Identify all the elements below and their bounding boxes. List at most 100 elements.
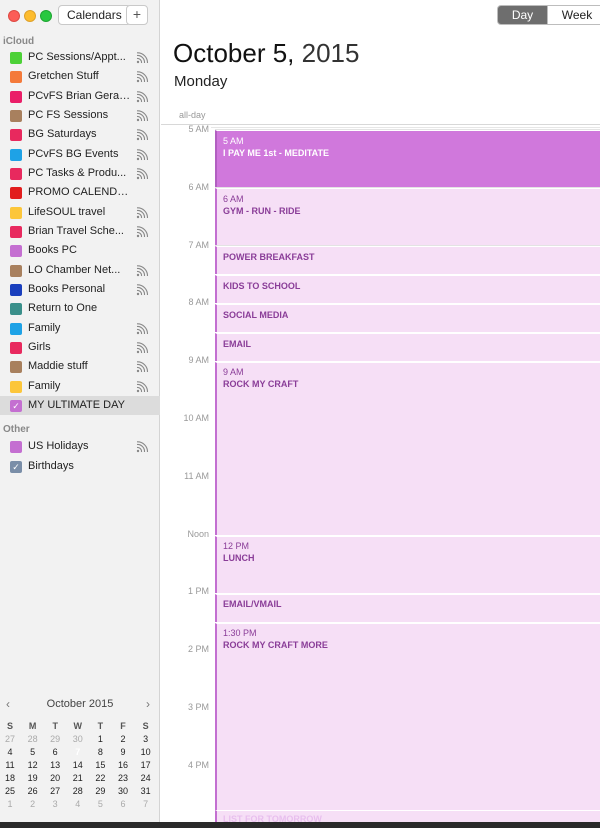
mini-day-cell[interactable]: 7 xyxy=(136,798,156,811)
mini-next-month-button[interactable]: › xyxy=(146,697,150,711)
mini-day-cell[interactable]: 3 xyxy=(45,798,65,811)
mini-day-cell[interactable]: 12 xyxy=(23,759,43,772)
mini-day-cell[interactable]: 2 xyxy=(113,733,133,746)
calendar-event[interactable]: 5 AM I PAY ME 1st - MEDITATE xyxy=(215,130,600,187)
calendar-color-checkbox[interactable] xyxy=(10,322,22,335)
calendar-color-checkbox[interactable] xyxy=(10,206,22,219)
calendar-item[interactable]: Family xyxy=(0,377,160,396)
mini-day-cell[interactable]: 6 xyxy=(45,746,65,759)
calendar-item[interactable]: BG Saturdays xyxy=(0,125,160,144)
calendar-item[interactable]: Girls xyxy=(0,338,160,357)
mini-day-cell[interactable]: 27 xyxy=(45,785,65,798)
calendar-item[interactable]: LifeSOUL travel xyxy=(0,203,160,222)
calendar-color-checkbox[interactable] xyxy=(10,109,22,122)
mini-day-cell[interactable]: 16 xyxy=(113,759,133,772)
calendar-event[interactable]: SOCIAL MEDIA xyxy=(215,304,600,332)
mini-day-cell[interactable]: 25 xyxy=(0,785,20,798)
mini-day-cell[interactable]: 28 xyxy=(23,733,43,746)
close-window-button[interactable] xyxy=(8,10,20,22)
view-week-button[interactable]: Week xyxy=(547,5,600,25)
calendar-color-checkbox[interactable] xyxy=(10,167,22,180)
mini-day-cell[interactable]: 30 xyxy=(113,785,133,798)
calendar-color-checkbox[interactable] xyxy=(10,90,22,103)
calendar-event[interactable]: EMAIL/VMAIL xyxy=(215,594,600,622)
mini-day-cell[interactable]: 4 xyxy=(0,746,20,759)
calendar-color-checkbox[interactable] xyxy=(10,52,22,64)
mini-day-cell[interactable]: 23 xyxy=(113,772,133,785)
calendar-color-checkbox[interactable] xyxy=(10,225,22,238)
calendar-event[interactable]: 9 AM ROCK MY CRAFT xyxy=(215,362,600,535)
mini-day-cell[interactable]: 1 xyxy=(90,733,110,746)
mini-day-cell[interactable]: 9 xyxy=(113,746,133,759)
calendar-item[interactable]: PROMO CALENDAR xyxy=(0,183,160,202)
calendar-item[interactable]: US Holidays xyxy=(0,437,160,456)
view-day-button[interactable]: Day xyxy=(497,5,548,25)
calendar-event[interactable]: EMAIL xyxy=(215,333,600,361)
mini-day-cell[interactable]: 24 xyxy=(136,772,156,785)
calendar-color-checkbox[interactable] xyxy=(10,148,22,161)
mini-day-cell[interactable]: 13 xyxy=(45,759,65,772)
mini-day-cell[interactable]: 19 xyxy=(23,772,43,785)
zoom-window-button[interactable] xyxy=(40,10,52,22)
calendar-color-checkbox[interactable] xyxy=(10,303,22,316)
calendar-item[interactable]: PC FS Sessions xyxy=(0,106,160,125)
calendar-item[interactable]: Brian Travel Sche... xyxy=(0,222,160,241)
mini-day-cell[interactable]: 21 xyxy=(68,772,88,785)
calendar-event[interactable]: POWER BREAKFAST xyxy=(215,246,600,274)
mini-day-cell[interactable]: 28 xyxy=(68,785,88,798)
calendar-color-checkbox[interactable] xyxy=(10,380,22,393)
calendar-item[interactable]: Return to One xyxy=(0,299,160,318)
mini-day-cell[interactable]: 3 xyxy=(136,733,156,746)
calendar-color-checkbox[interactable] xyxy=(10,245,22,258)
mini-day-cell[interactable]: 29 xyxy=(90,785,110,798)
calendar-color-checkbox[interactable] xyxy=(10,129,22,142)
calendar-color-checkbox[interactable] xyxy=(10,283,22,296)
calendar-item[interactable]: PC Tasks & Produ... xyxy=(0,164,160,183)
calendar-item[interactable]: ✓ Birthdays xyxy=(0,457,160,476)
calendar-event[interactable]: 12 PM LUNCH xyxy=(215,536,600,593)
mini-day-cell[interactable]: 26 xyxy=(23,785,43,798)
calendar-event[interactable]: 6 AM GYM - RUN - RIDE xyxy=(215,188,600,245)
mini-day-cell[interactable]: 4 xyxy=(68,798,88,811)
calendar-item[interactable]: LO Chamber Net... xyxy=(0,261,160,280)
mini-day-cell[interactable]: 17 xyxy=(136,759,156,772)
mini-day-cell[interactable]: 15 xyxy=(90,759,110,772)
calendar-item[interactable]: Books PC xyxy=(0,241,160,260)
mini-day-cell[interactable]: 8 xyxy=(90,746,110,759)
mini-day-cell[interactable]: 20 xyxy=(45,772,65,785)
calendar-color-checkbox[interactable] xyxy=(10,361,22,374)
calendars-button[interactable]: Calendars xyxy=(58,5,131,25)
calendar-color-checkbox[interactable] xyxy=(10,187,22,200)
mini-day-cell[interactable]: 14 xyxy=(68,759,88,772)
calendar-item[interactable]: Books Personal xyxy=(0,280,160,299)
calendar-item[interactable]: PC Sessions/Appt... xyxy=(0,48,160,67)
mini-day-cell[interactable]: 11 xyxy=(0,759,20,772)
calendar-color-checkbox[interactable] xyxy=(10,264,22,277)
minimize-window-button[interactable] xyxy=(24,10,36,22)
mini-day-cell[interactable]: 22 xyxy=(90,772,110,785)
checkbox-icon[interactable]: ✓ xyxy=(10,460,22,473)
mini-day-cell[interactable]: 31 xyxy=(136,785,156,798)
calendar-color-checkbox[interactable] xyxy=(10,441,22,453)
mini-day-cell[interactable]: 30 xyxy=(68,733,88,746)
calendar-item[interactable]: PCvFS BG Events xyxy=(0,145,160,164)
mini-day-cell[interactable]: 29 xyxy=(45,733,65,746)
calendar-item-selected[interactable]: ✓ MY ULTIMATE DAY xyxy=(0,396,160,415)
calendar-event[interactable]: LIST FOR TOMORROW xyxy=(215,810,600,824)
mini-day-cell[interactable]: 27 xyxy=(0,733,20,746)
mini-day-cell[interactable]: 1 xyxy=(0,798,20,811)
checkbox-icon[interactable]: ✓ xyxy=(10,400,22,412)
mini-day-cell[interactable]: 2 xyxy=(23,798,43,811)
add-event-button[interactable]: + xyxy=(126,5,148,25)
mini-day-cell[interactable]: 10 xyxy=(136,746,156,759)
mini-day-cell[interactable]: 5 xyxy=(90,798,110,811)
calendar-event[interactable]: 1:30 PM ROCK MY CRAFT MORE xyxy=(215,623,600,818)
mini-day-cell[interactable]: 6 xyxy=(113,798,133,811)
calendar-color-checkbox[interactable] xyxy=(10,341,22,354)
calendar-event[interactable]: KIDS TO SCHOOL xyxy=(215,275,600,303)
mini-day-cell[interactable]: 5 xyxy=(23,746,43,759)
mini-day-cell[interactable]: 7 xyxy=(68,745,88,759)
calendar-item[interactable]: Maddie stuff xyxy=(0,357,160,376)
calendar-item[interactable]: Gretchen Stuff xyxy=(0,67,160,86)
calendar-item[interactable]: PCvFS Brian Geraths xyxy=(0,87,160,106)
